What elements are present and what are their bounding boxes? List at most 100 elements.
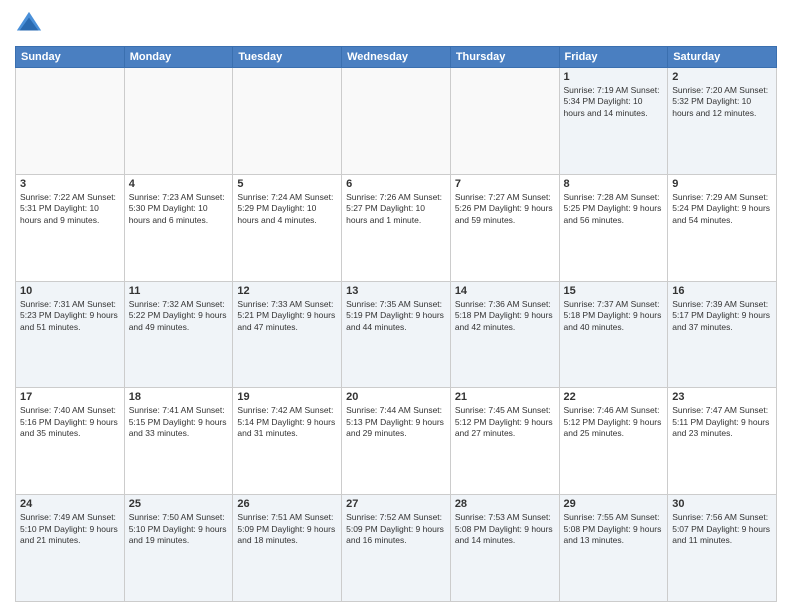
day-number: 21 [455,391,555,403]
day-info: Sunrise: 7:36 AM Sunset: 5:18 PM Dayligh… [455,299,555,333]
calendar-cell: 14 Sunrise: 7:36 AM Sunset: 5:18 PM Dayli… [450,281,559,388]
header-day-wednesday: Wednesday [342,47,451,68]
day-number: 1 [564,71,664,83]
day-info: Sunrise: 7:55 AM Sunset: 5:08 PM Dayligh… [564,512,664,546]
header-day-saturday: Saturday [668,47,777,68]
day-info: Sunrise: 7:56 AM Sunset: 5:07 PM Dayligh… [672,512,772,546]
day-info: Sunrise: 7:23 AM Sunset: 5:30 PM Dayligh… [129,192,229,226]
day-number: 7 [455,178,555,190]
calendar-cell: 12 Sunrise: 7:33 AM Sunset: 5:21 PM Dayli… [233,281,342,388]
day-info: Sunrise: 7:47 AM Sunset: 5:11 PM Dayligh… [672,405,772,439]
day-number: 10 [20,285,120,297]
calendar-cell: 16 Sunrise: 7:39 AM Sunset: 5:17 PM Dayli… [668,281,777,388]
day-info: Sunrise: 7:26 AM Sunset: 5:27 PM Dayligh… [346,192,446,226]
day-info: Sunrise: 7:35 AM Sunset: 5:19 PM Dayligh… [346,299,446,333]
calendar-cell [124,68,233,175]
week-row-4: 24Sunrise: 7:49 AM Sunset: 5:10 PM Dayli… [16,495,777,602]
day-info: Sunrise: 7:28 AM Sunset: 5:25 PM Dayligh… [564,192,664,226]
calendar-cell: 13 Sunrise: 7:35 AM Sunset: 5:19 PM Dayli… [342,281,451,388]
calendar-cell: 6 Sunrise: 7:26 AM Sunset: 5:27 PM Daylig… [342,174,451,281]
day-info: Sunrise: 7:51 AM Sunset: 5:09 PM Dayligh… [237,512,337,546]
day-info: Sunrise: 7:24 AM Sunset: 5:29 PM Dayligh… [237,192,337,226]
day-info: Sunrise: 7:53 AM Sunset: 5:08 PM Dayligh… [455,512,555,546]
week-row-3: 17Sunrise: 7:40 AM Sunset: 5:16 PM Dayli… [16,388,777,495]
day-number: 27 [346,498,446,510]
day-number: 2 [672,71,772,83]
calendar-cell: 20 Sunrise: 7:44 AM Sunset: 5:13 PM Dayli… [342,388,451,495]
day-number: 24 [20,498,120,510]
day-info: Sunrise: 7:40 AM Sunset: 5:16 PM Dayligh… [20,405,120,439]
day-number: 15 [564,285,664,297]
calendar-cell: 28 Sunrise: 7:53 AM Sunset: 5:08 PM Dayli… [450,495,559,602]
calendar-cell: 17Sunrise: 7:40 AM Sunset: 5:16 PM Dayli… [16,388,125,495]
day-number: 11 [129,285,229,297]
calendar-table: SundayMondayTuesdayWednesdayThursdayFrid… [15,46,777,602]
header-day-sunday: Sunday [16,47,125,68]
calendar-cell [450,68,559,175]
calendar-cell: 29 Sunrise: 7:55 AM Sunset: 5:08 PM Dayli… [559,495,668,602]
calendar-cell [233,68,342,175]
calendar-cell: 2 Sunrise: 7:20 AM Sunset: 5:32 PM Daylig… [668,68,777,175]
calendar-cell: 3Sunrise: 7:22 AM Sunset: 5:31 PM Daylig… [16,174,125,281]
day-number: 5 [237,178,337,190]
day-number: 8 [564,178,664,190]
calendar-cell: 19 Sunrise: 7:42 AM Sunset: 5:14 PM Dayli… [233,388,342,495]
calendar-cell [342,68,451,175]
calendar-cell: 9 Sunrise: 7:29 AM Sunset: 5:24 PM Daylig… [668,174,777,281]
day-info: Sunrise: 7:20 AM Sunset: 5:32 PM Dayligh… [672,85,772,119]
day-info: Sunrise: 7:32 AM Sunset: 5:22 PM Dayligh… [129,299,229,333]
calendar-body: 1 Sunrise: 7:19 AM Sunset: 5:34 PM Daylig… [16,68,777,602]
calendar-cell: 8 Sunrise: 7:28 AM Sunset: 5:25 PM Daylig… [559,174,668,281]
day-number: 14 [455,285,555,297]
calendar-cell: 10 Sunrise: 7:31 AM Sunset: 5:23 PM Dayli… [16,281,125,388]
day-number: 23 [672,391,772,403]
day-number: 16 [672,285,772,297]
calendar-cell: 4 Sunrise: 7:23 AM Sunset: 5:30 PM Daylig… [124,174,233,281]
calendar-cell: 5 Sunrise: 7:24 AM Sunset: 5:29 PM Daylig… [233,174,342,281]
day-number: 19 [237,391,337,403]
page: SundayMondayTuesdayWednesdayThursdayFrid… [0,0,792,612]
calendar-cell: 7 Sunrise: 7:27 AM Sunset: 5:26 PM Daylig… [450,174,559,281]
calendar-cell: 1 Sunrise: 7:19 AM Sunset: 5:34 PM Daylig… [559,68,668,175]
day-number: 30 [672,498,772,510]
day-number: 22 [564,391,664,403]
day-info: Sunrise: 7:29 AM Sunset: 5:24 PM Dayligh… [672,192,772,226]
day-number: 26 [237,498,337,510]
week-row-0: 1 Sunrise: 7:19 AM Sunset: 5:34 PM Daylig… [16,68,777,175]
calendar-cell: 21 Sunrise: 7:45 AM Sunset: 5:12 PM Dayli… [450,388,559,495]
header-day-friday: Friday [559,47,668,68]
day-info: Sunrise: 7:27 AM Sunset: 5:26 PM Dayligh… [455,192,555,226]
day-number: 25 [129,498,229,510]
day-info: Sunrise: 7:44 AM Sunset: 5:13 PM Dayligh… [346,405,446,439]
calendar-cell: 18 Sunrise: 7:41 AM Sunset: 5:15 PM Dayli… [124,388,233,495]
day-info: Sunrise: 7:46 AM Sunset: 5:12 PM Dayligh… [564,405,664,439]
week-row-2: 10 Sunrise: 7:31 AM Sunset: 5:23 PM Dayli… [16,281,777,388]
logo-icon [15,10,43,38]
week-row-1: 3Sunrise: 7:22 AM Sunset: 5:31 PM Daylig… [16,174,777,281]
day-number: 3 [20,178,120,190]
day-number: 4 [129,178,229,190]
day-number: 20 [346,391,446,403]
day-info: Sunrise: 7:39 AM Sunset: 5:17 PM Dayligh… [672,299,772,333]
day-info: Sunrise: 7:42 AM Sunset: 5:14 PM Dayligh… [237,405,337,439]
day-number: 12 [237,285,337,297]
header-day-thursday: Thursday [450,47,559,68]
day-info: Sunrise: 7:33 AM Sunset: 5:21 PM Dayligh… [237,299,337,333]
calendar-cell: 25Sunrise: 7:50 AM Sunset: 5:10 PM Dayli… [124,495,233,602]
day-info: Sunrise: 7:45 AM Sunset: 5:12 PM Dayligh… [455,405,555,439]
day-info: Sunrise: 7:19 AM Sunset: 5:34 PM Dayligh… [564,85,664,119]
day-info: Sunrise: 7:41 AM Sunset: 5:15 PM Dayligh… [129,405,229,439]
day-number: 13 [346,285,446,297]
day-number: 9 [672,178,772,190]
day-number: 18 [129,391,229,403]
calendar-cell: 15 Sunrise: 7:37 AM Sunset: 5:18 PM Dayli… [559,281,668,388]
day-info: Sunrise: 7:37 AM Sunset: 5:18 PM Dayligh… [564,299,664,333]
calendar-cell: 27 Sunrise: 7:52 AM Sunset: 5:09 PM Dayli… [342,495,451,602]
day-number: 6 [346,178,446,190]
header-day-monday: Monday [124,47,233,68]
calendar-cell [16,68,125,175]
day-number: 28 [455,498,555,510]
day-info: Sunrise: 7:31 AM Sunset: 5:23 PM Dayligh… [20,299,120,333]
day-info: Sunrise: 7:52 AM Sunset: 5:09 PM Dayligh… [346,512,446,546]
day-number: 29 [564,498,664,510]
